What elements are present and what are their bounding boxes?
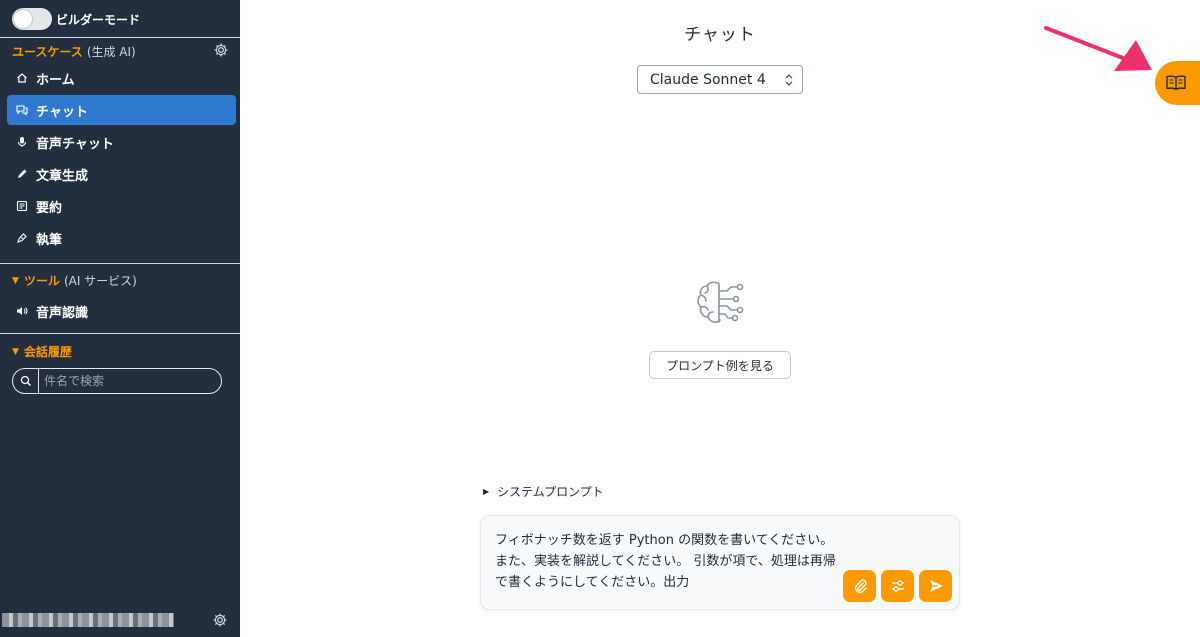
sidebar-item-label: チャット: [36, 104, 88, 120]
chat-input[interactable]: フィボナッチ数を返す Python の関数を書いてください。また、実装を解説して…: [495, 530, 841, 593]
sidebar-item-label: ホーム: [36, 72, 75, 88]
prompt-examples-button[interactable]: プロンプト例を見る: [649, 351, 791, 379]
sidebar-item-writing[interactable]: 執筆: [7, 223, 236, 253]
ai-brain-icon: [697, 281, 744, 323]
sidebar-item-label: 音声チャット: [36, 136, 114, 152]
tools-section-subtitle: (AI サービス): [63, 274, 137, 288]
caret-down-icon: ▼: [12, 275, 19, 286]
book-open-icon: [1166, 75, 1186, 91]
divider: [0, 333, 240, 334]
chat-icon: [16, 104, 28, 116]
divider: [0, 263, 240, 264]
usecase-section-subtitle: (生成 AI): [86, 45, 136, 59]
tools-section-header[interactable]: ▼ ツール (AI サービス): [12, 272, 137, 289]
history-section-title: 会話履歴: [23, 345, 72, 359]
sidebar-item-speech-recognition[interactable]: 音声認識: [7, 296, 236, 326]
sidebar-item-label: 音声認識: [36, 305, 89, 321]
sidebar-item-chat[interactable]: チャット: [7, 95, 236, 125]
caret-down-icon: ▼: [12, 346, 19, 357]
history-search[interactable]: [12, 368, 222, 394]
user-name-blurred: [2, 613, 174, 627]
sidebar: ビルダーモード ユースケース (生成 AI) ホーム チャット 音声チャット 文…: [0, 0, 240, 637]
chat-input-box[interactable]: フィボナッチ数を返す Python の関数を書いてください。また、実装を解説して…: [480, 515, 960, 610]
sidebar-item-text-generation[interactable]: 文章生成: [7, 159, 236, 189]
user-settings-gear-icon[interactable]: [212, 612, 228, 628]
summary-icon: [16, 200, 28, 212]
speaker-icon: [16, 305, 28, 317]
sliders-icon: [891, 580, 904, 592]
usecase-section-header: ユースケース (生成 AI): [12, 43, 136, 60]
send-icon: [929, 580, 943, 592]
model-select-value: Claude Sonnet 4: [650, 71, 766, 88]
model-select[interactable]: Claude Sonnet 4: [637, 65, 803, 94]
page-title: チャット: [684, 25, 756, 45]
sidebar-item-label: 執筆: [36, 232, 63, 248]
usecase-section-title: ユースケース: [12, 45, 83, 59]
sidebar-item-label: 文章生成: [36, 168, 89, 184]
sidebar-item-home[interactable]: ホーム: [7, 63, 236, 93]
pencil-icon: [16, 168, 28, 180]
mic-icon: [16, 136, 28, 148]
guide-panel-button[interactable]: [1155, 61, 1200, 105]
pen-icon: [16, 232, 28, 244]
system-prompt-label: システムプロンプト: [497, 485, 604, 499]
settings-sliders-button[interactable]: [881, 570, 914, 602]
history-section-header[interactable]: ▼ 会話履歴: [12, 343, 72, 360]
sidebar-item-voice-chat[interactable]: 音声チャット: [7, 127, 236, 157]
paperclip-icon: [854, 579, 867, 594]
annotation-arrow-icon: [1044, 26, 1152, 71]
caret-right-icon: ▶: [483, 487, 490, 496]
select-chevron-icon: [785, 74, 793, 86]
sidebar-item-label: 要約: [36, 200, 63, 216]
send-button[interactable]: [919, 570, 952, 602]
attach-button[interactable]: [843, 570, 876, 602]
history-search-input[interactable]: [39, 374, 209, 388]
system-prompt-toggle[interactable]: ▶ システムプロンプト: [483, 483, 604, 500]
home-icon: [16, 72, 28, 84]
sidebar-item-summary[interactable]: 要約: [7, 191, 236, 221]
search-icon: [13, 369, 39, 393]
tools-section-title: ツール: [23, 274, 60, 288]
